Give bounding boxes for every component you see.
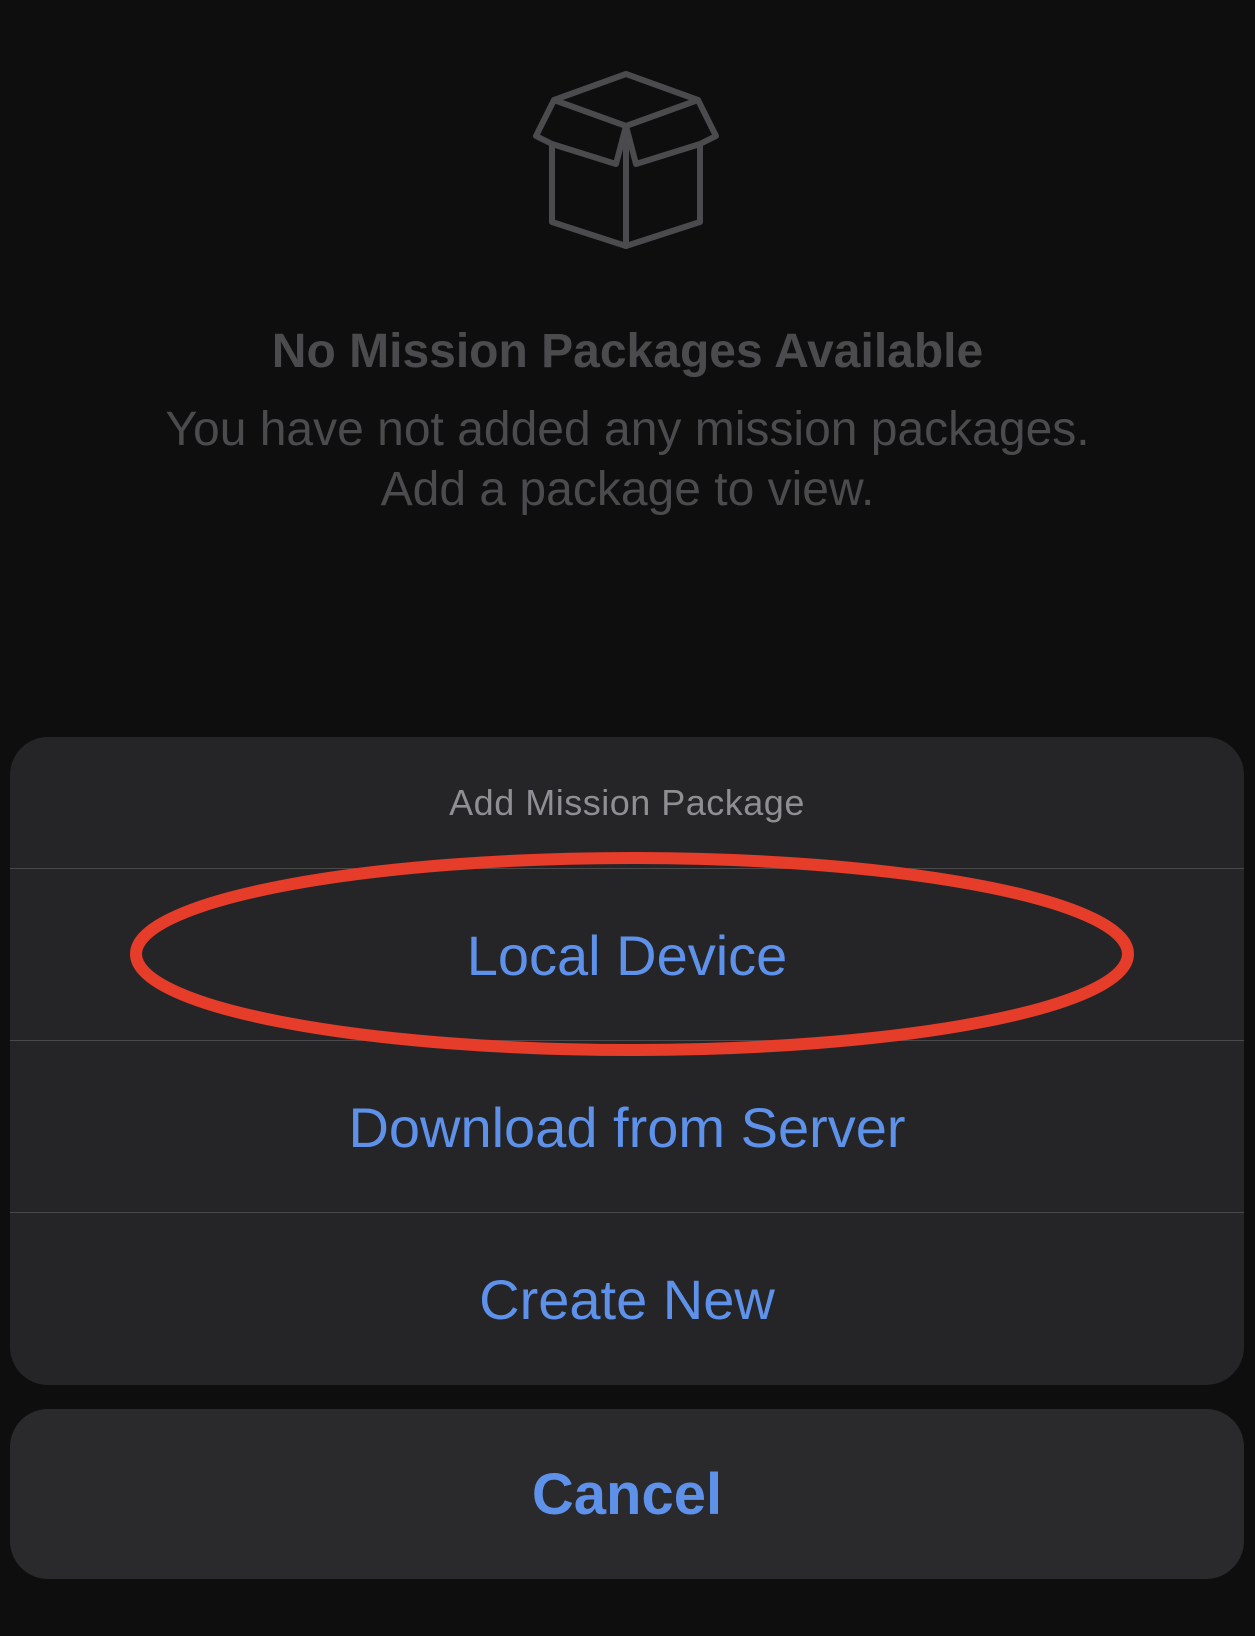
open-box-icon	[533, 71, 719, 249]
sheet-title: Add Mission Package	[449, 781, 805, 823]
local-device-option[interactable]: Local Device	[10, 868, 1244, 1041]
empty-state-title: No Mission Packages Available	[271, 325, 984, 378]
add-mission-package-sheet: Add Mission Package Local Device Downloa…	[10, 737, 1244, 1385]
empty-state-message: You have not added any mission packages.	[165, 403, 1090, 456]
download-from-server-option[interactable]: Download from Server	[10, 1040, 1244, 1213]
empty-state: No Mission Packages Available You have n…	[0, 0, 1255, 600]
create-new-option[interactable]: Create New	[10, 1212, 1244, 1385]
cancel-button[interactable]: Cancel	[10, 1409, 1244, 1579]
empty-state-hint: Add a package to view.	[380, 463, 875, 516]
